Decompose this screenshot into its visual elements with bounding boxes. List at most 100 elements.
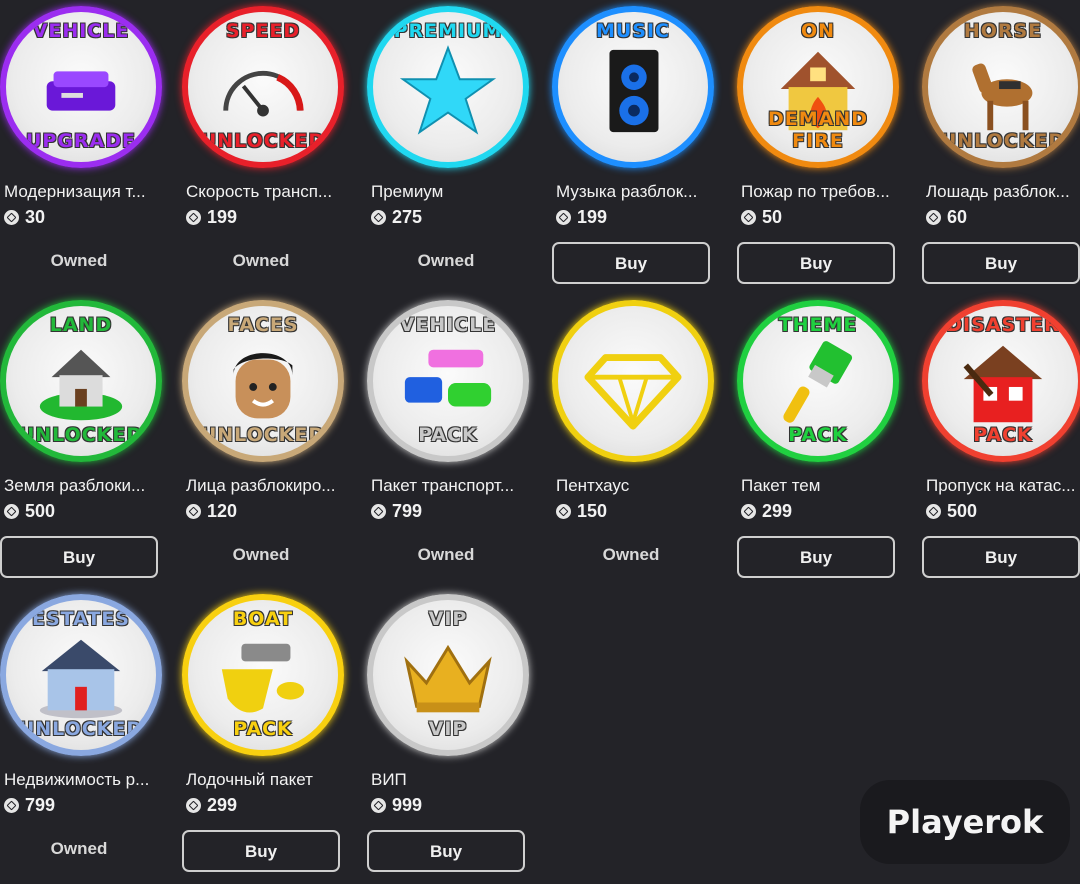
car-icon [32,42,130,140]
robux-icon [556,503,571,519]
gamepass-card: Пентхаус 150 Owned [552,300,722,590]
robux-icon [186,797,201,813]
badge-top-label: DISASTER [946,314,1060,336]
gamepass-card: ESTATES UNLOCKED Недвижимость р... 799 Owned [0,594,170,884]
gamepass-name: ВИП [371,770,407,789]
gamepass-badge[interactable]: BOAT PACK [182,594,344,756]
buy-button[interactable]: Buy [737,536,895,578]
owned-label: Owned [232,251,290,270]
price-value: 60 [947,206,968,227]
price-row: 199 [186,206,237,228]
gamepass-badge[interactable]: MUSIC [552,6,714,168]
price-row: 120 [186,500,237,522]
robux-icon [371,503,386,519]
price-value: 199 [207,206,238,227]
owned-label: Owned [417,545,475,564]
gamepass-name: Лошадь разблок... [926,182,1070,201]
price-row: 50 [741,206,782,228]
badge-bottom-label: VIP [428,718,468,740]
buy-button[interactable]: Buy [922,242,1080,284]
badge-top-label: BOAT [232,608,294,630]
gamepass-name: Лодочный пакет [186,770,313,789]
badge-top-label: VEHICLE [32,20,130,42]
gamepass-badge[interactable]: VEHICLE UPGRADE [0,6,162,168]
gamepass-badge[interactable]: ON DEMAND FIRE [737,6,899,168]
buy-button[interactable]: Buy [182,830,340,872]
badge-top-label: VEHICLE [399,314,497,336]
speedometer-icon [214,42,312,140]
price-row: 199 [556,206,607,228]
robux-icon [4,503,19,519]
robux-icon [741,209,756,225]
owned-label: Owned [602,545,660,564]
badge-bottom-label: UNLOCKED [200,424,326,446]
badge-top-label: ON [800,20,836,42]
gamepass-name: Модернизация т... [4,182,146,201]
gamepass-name: Земля разблоки... [4,476,146,495]
price-value: 500 [947,500,978,521]
buy-button[interactable]: Buy [552,242,710,284]
gamepass-badge[interactable]: LAND UNLOCKED [0,300,162,462]
gamepass-card: THEME PACK Пакет тем 299 Buy [737,300,907,590]
badge-top-label: FACES [227,314,299,336]
playerok-watermark: Playerok [860,780,1070,864]
price-row: 275 [371,206,422,228]
price-row: 999 [371,794,422,816]
price-row: 299 [741,500,792,522]
gamepass-badge[interactable] [552,300,714,462]
buy-button[interactable]: Buy [922,536,1080,578]
gamepass-name: Пожар по требов... [741,182,890,201]
badge-top-label: MUSIC [595,20,671,42]
star-icon [399,42,497,140]
owned-label: Owned [417,251,475,270]
gamepass-card: FACES UNLOCKED Лица разблокиро... 120 Owned [182,300,352,590]
price-row: 30 [4,206,45,228]
badge-top-label: ESTATES [31,608,130,630]
price-row: 299 [186,794,237,816]
gamepass-name: Лица разблокиро... [186,476,336,495]
badge-bottom-label: UPGRADE [25,130,137,152]
badge-bottom-label: PACK [418,424,478,446]
price-value: 999 [392,794,423,815]
price-row: 500 [4,500,55,522]
price-value: 799 [392,500,423,521]
gamepass-badge[interactable]: FACES UNLOCKED [182,300,344,462]
owned-label: Owned [232,545,290,564]
price-row: 799 [371,500,422,522]
gamepass-badge[interactable]: PREMIUM [367,6,529,168]
gamepass-badge[interactable]: SPEED UNLOCKED [182,6,344,168]
price-value: 299 [207,794,238,815]
badge-bottom-label: UNLOCKED [18,424,144,446]
vehicles-icon [399,336,497,434]
price-value: 275 [392,206,423,227]
paintbrush-icon [769,336,867,434]
gamepass-badge[interactable]: HORSE UNLOCKED [922,6,1080,168]
buy-button[interactable]: Buy [367,830,525,872]
owned-label: Owned [50,839,108,858]
gamepass-card: BOAT PACK Лодочный пакет 299 Buy [182,594,352,884]
robux-icon [926,503,941,519]
gamepass-badge[interactable]: VEHICLE PACK [367,300,529,462]
gamepass-badge[interactable]: DISASTER PACK [922,300,1080,462]
gamepass-badge[interactable]: VIP VIP [367,594,529,756]
robux-icon [556,209,571,225]
gamepass-name: Премиум [371,182,444,201]
robux-icon [186,503,201,519]
buy-button[interactable]: Buy [737,242,895,284]
badge-top-label: PREMIUM [393,20,503,42]
gamepass-badge[interactable]: THEME PACK [737,300,899,462]
gamepass-card: VEHICLE PACK Пакет транспорт... 799 Owned [367,300,537,590]
badge-bottom-label: UNLOCKED [940,130,1066,152]
robux-icon [4,797,19,813]
diamond-icon [584,336,682,434]
badge-bottom-label: PACK [233,718,293,740]
gamepass-card: ON DEMAND FIRE Пожар по требов... 50 Buy [737,6,907,296]
buy-button[interactable]: Buy [0,536,158,578]
price-row: 60 [926,206,967,228]
price-value: 500 [25,500,56,521]
avatar-face-icon [214,336,312,434]
price-value: 799 [25,794,56,815]
badge-top-label: HORSE [963,20,1043,42]
price-value: 120 [207,500,238,521]
gamepass-badge[interactable]: ESTATES UNLOCKED [0,594,162,756]
